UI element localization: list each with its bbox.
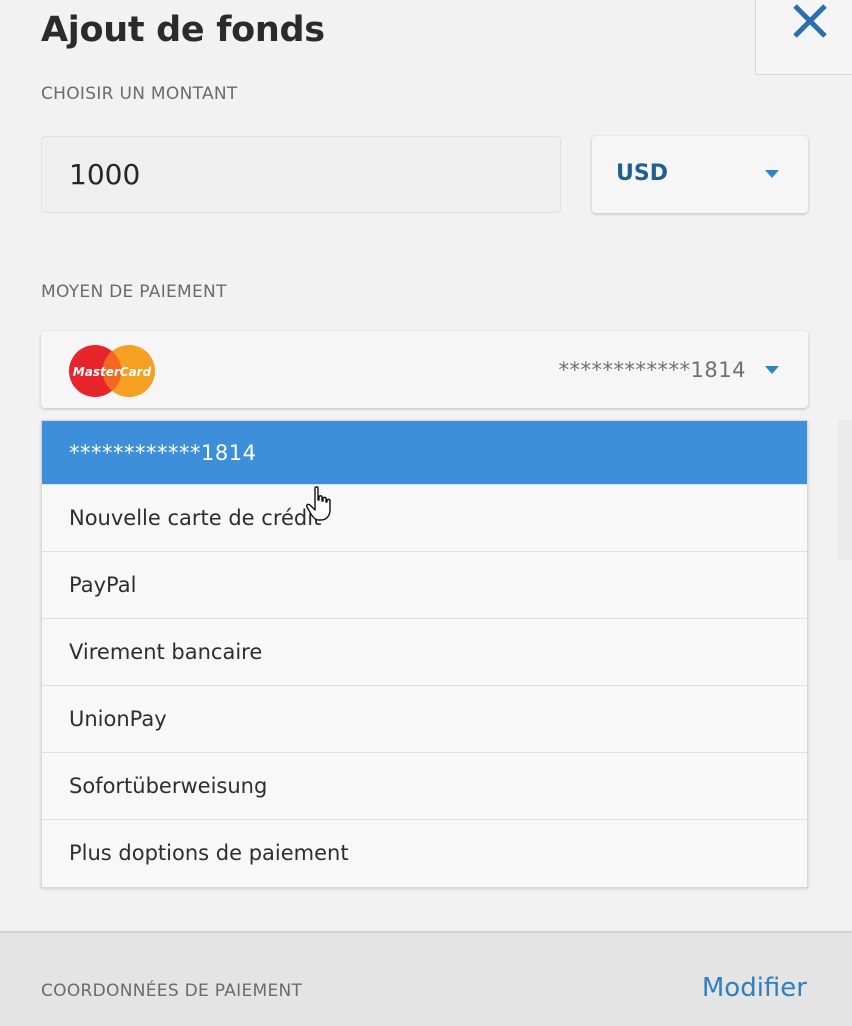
close-button[interactable] xyxy=(755,0,852,75)
modify-link[interactable]: Modifier xyxy=(702,973,807,1003)
currency-select[interactable]: USD xyxy=(592,136,808,213)
chevron-down-icon xyxy=(765,366,779,374)
chevron-down-icon xyxy=(765,170,779,178)
option-more-payment-options[interactable]: Plus doptions de paiement xyxy=(42,820,807,887)
payment-method-dropdown: ************1814 Nouvelle carte de crédi… xyxy=(41,420,808,888)
selected-card-number: ************1814 xyxy=(558,358,746,382)
currency-value: USD xyxy=(616,161,668,186)
option-sofort[interactable]: Sofortüberweisung xyxy=(42,753,807,820)
option-saved-card[interactable]: ************1814 xyxy=(42,421,807,485)
page-edge-shadow xyxy=(838,420,852,560)
payment-details-label: COORDONNÉES DE PAIEMENT xyxy=(41,981,303,1001)
amount-section-label: CHOISIR UN MONTANT xyxy=(41,84,238,104)
option-new-credit-card[interactable]: Nouvelle carte de crédit xyxy=(42,485,807,552)
payment-method-select[interactable]: MasterCard ************1814 xyxy=(41,331,808,408)
payment-section-label: MOYEN DE PAIEMENT xyxy=(41,282,227,302)
option-paypal[interactable]: PayPal xyxy=(42,552,807,619)
amount-input[interactable] xyxy=(41,136,561,213)
hand-cursor-icon xyxy=(306,486,336,526)
mastercard-icon: MasterCard xyxy=(68,344,156,398)
payment-details-footer: COORDONNÉES DE PAIEMENT Modifier xyxy=(0,931,852,1026)
mastercard-logo-text: MasterCard xyxy=(73,365,152,379)
option-unionpay[interactable]: UnionPay xyxy=(42,686,807,753)
option-bank-transfer[interactable]: Virement bancaire xyxy=(42,619,807,686)
page-title: Ajout de fonds xyxy=(41,10,325,50)
